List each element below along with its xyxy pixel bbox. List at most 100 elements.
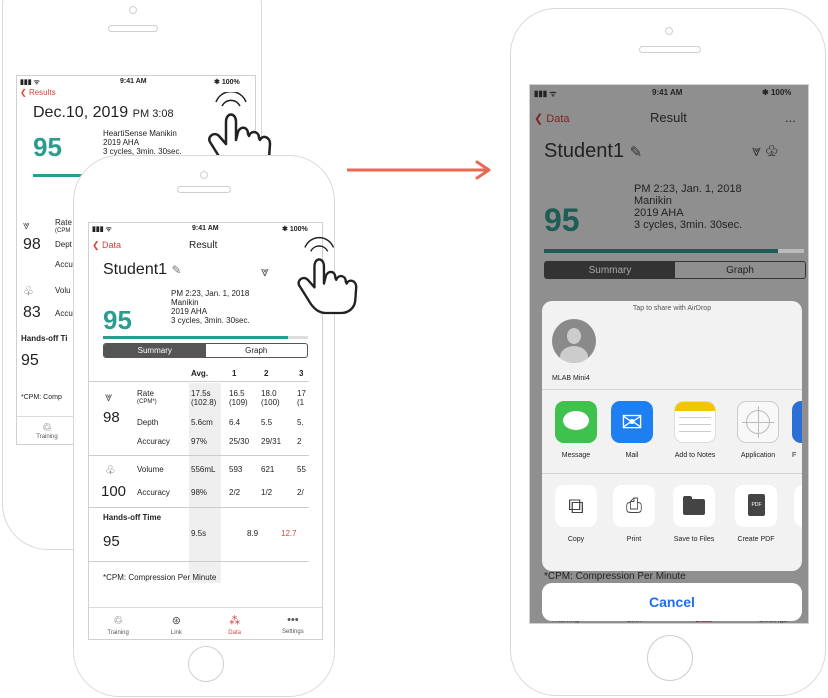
tab-data[interactable]: ⁂ Data <box>206 608 264 639</box>
action-label: Create PDF <box>737 536 775 543</box>
edit-icon[interactable]: ✎ <box>630 144 643 161</box>
back-button[interactable]: ❮ Data <box>92 240 121 251</box>
tap-hand-icon <box>286 236 360 316</box>
col-header: 1 <box>232 369 237 378</box>
cancel-button[interactable]: Cancel <box>542 583 802 621</box>
airdrop-device-label: MLAB Mini4 <box>552 375 590 382</box>
speaker-icon <box>108 25 158 32</box>
col-header: 3 <box>299 369 304 378</box>
compression-score: 98 <box>103 409 120 426</box>
manikin-icon[interactable]: ⩔ ♧ <box>752 143 778 161</box>
share-sheet: Tap to share with AirDrop MLAB Mini4 Mes… <box>542 301 802 571</box>
rate-label: Rate (CPM <box>55 218 72 234</box>
status-time: 9:41 AM <box>652 88 683 97</box>
home-button[interactable] <box>188 646 224 682</box>
tab-settings[interactable]: ••• Settings <box>264 608 322 639</box>
speaker-icon <box>177 186 231 193</box>
share-app-notes[interactable]: Add to Notes <box>664 401 726 459</box>
mail-icon: ✉ <box>611 401 653 443</box>
handsoff-score: 95 <box>21 352 39 369</box>
volume-c2: 621 <box>261 465 275 474</box>
compression-score: 98 <box>23 236 41 253</box>
tab-training[interactable]: ♲ Training <box>17 416 77 444</box>
accuracy-label: Accuracy <box>137 437 170 446</box>
action-label: Save to Files <box>673 536 715 543</box>
action-partial[interactable] <box>794 485 802 527</box>
share-app-application[interactable]: Application <box>728 401 788 459</box>
tab-summary[interactable]: Summary <box>104 344 206 357</box>
battery-text: ✱ 100% <box>762 88 792 97</box>
student-name: Student1 ✎ <box>544 140 643 162</box>
divider <box>89 455 309 456</box>
action-copy[interactable]: ⧉ Copy <box>550 485 602 543</box>
action-create-pdf[interactable]: PDF Create PDF <box>728 485 784 543</box>
back-button[interactable]: ❮ Data <box>534 112 570 125</box>
student-name: Student1 ✎ <box>103 261 182 278</box>
score: 95 <box>103 305 132 335</box>
app-label: F <box>792 452 797 459</box>
segmented-control: Summary Graph <box>544 261 806 279</box>
training-icon: ♲ <box>113 615 124 627</box>
message-icon <box>555 401 597 443</box>
copy-icon: ⧉ <box>555 485 597 527</box>
vent-accuracy-c3: 2/ <box>297 488 304 497</box>
home-button[interactable] <box>647 635 693 681</box>
volume-c1: 593 <box>229 465 243 474</box>
camera-icon <box>200 171 208 179</box>
avg-column <box>189 383 221 583</box>
action-label: Print <box>626 536 642 543</box>
tab-graph[interactable]: Graph <box>206 344 308 357</box>
cpm-note: *CPM: Compression Per Minute <box>544 571 686 582</box>
lungs-icon: ♧ <box>105 463 116 477</box>
action-print[interactable]: ⎙ Print <box>608 485 660 543</box>
session-info: HeartiSense Manikin 2019 AHA 3 cycles, 3mi… <box>103 129 182 156</box>
share-app-mail[interactable]: ✉ Mail <box>604 401 660 459</box>
share-app-message[interactable]: Message <box>548 401 604 459</box>
training-icon: ♲ <box>42 422 52 434</box>
depth-label: Depth <box>137 418 159 427</box>
volume-accuracy-label: Accu <box>55 309 73 318</box>
vent-accuracy-c1: 2/2 <box>229 488 241 497</box>
page-title: Dec.10, 2019 PM 3:08 <box>33 104 174 121</box>
app-label: Application <box>740 452 776 459</box>
app-label: Add to Notes <box>674 452 716 459</box>
back-button[interactable]: ❮ Results <box>20 88 56 97</box>
camera-icon <box>129 6 137 14</box>
tab-bar: ♲ Training ⊛ Link ⁂ Data ••• Settings <box>89 607 322 639</box>
manikin-icon[interactable]: ⩔ <box>261 263 269 280</box>
handsoff-score: 95 <box>103 533 120 550</box>
rate-c1: 16.5 (109) <box>229 389 248 407</box>
vent-accuracy-c2: 1/2 <box>261 488 273 497</box>
more-button[interactable]: ... <box>785 110 796 125</box>
app-icon <box>792 401 802 443</box>
status-time: 9:41 AM <box>120 78 147 85</box>
vent-accuracy-avg: 98% <box>191 488 208 497</box>
right-phone: ▮▮▮ ᯤ 9:41 AM ✱ 100% ❮ Data Result ... S… <box>510 8 826 696</box>
tab-link[interactable]: ⊛ Link <box>147 608 205 639</box>
cpm-note: *CPM: Compression Per Minute <box>103 573 217 582</box>
handsoff-c2: 8.9 <box>247 529 259 538</box>
accuracy-label: Accu <box>55 260 73 269</box>
signal-icon: ▮▮▮ ᯤ <box>20 79 40 86</box>
divider <box>89 561 309 562</box>
avatar <box>552 319 596 363</box>
action-save-to-files[interactable]: Save to Files <box>666 485 722 543</box>
handsoff-c3: 12.7 <box>281 529 297 538</box>
tab-training[interactable]: ♲ Training <box>89 608 147 639</box>
nav-title: Result <box>189 240 218 251</box>
status-bar: ▮▮▮ ᯤ 9:41 AM ✱ 100% <box>530 85 808 99</box>
handsoff-avg: 9.5s <box>191 529 207 538</box>
col-header: Avg. <box>191 369 209 378</box>
edit-icon[interactable]: ✎ <box>172 263 182 277</box>
tab-summary[interactable]: Summary <box>545 262 675 278</box>
nav-title: Result <box>650 110 687 125</box>
session-info: PM 2:23, Jan. 1, 2018 Manikin 2019 AHA 3 cy… <box>171 289 250 325</box>
tab-graph[interactable]: Graph <box>675 262 805 278</box>
share-app-partial[interactable]: F <box>792 401 802 459</box>
accuracy-c3: 2 <box>297 437 302 446</box>
airdrop-device[interactable]: MLAB Mini4 <box>552 319 622 382</box>
rate-c3: 17 (1 <box>297 389 306 407</box>
folder-icon <box>673 485 715 527</box>
depth-c3: 5. <box>297 418 304 427</box>
camera-icon <box>665 27 673 35</box>
